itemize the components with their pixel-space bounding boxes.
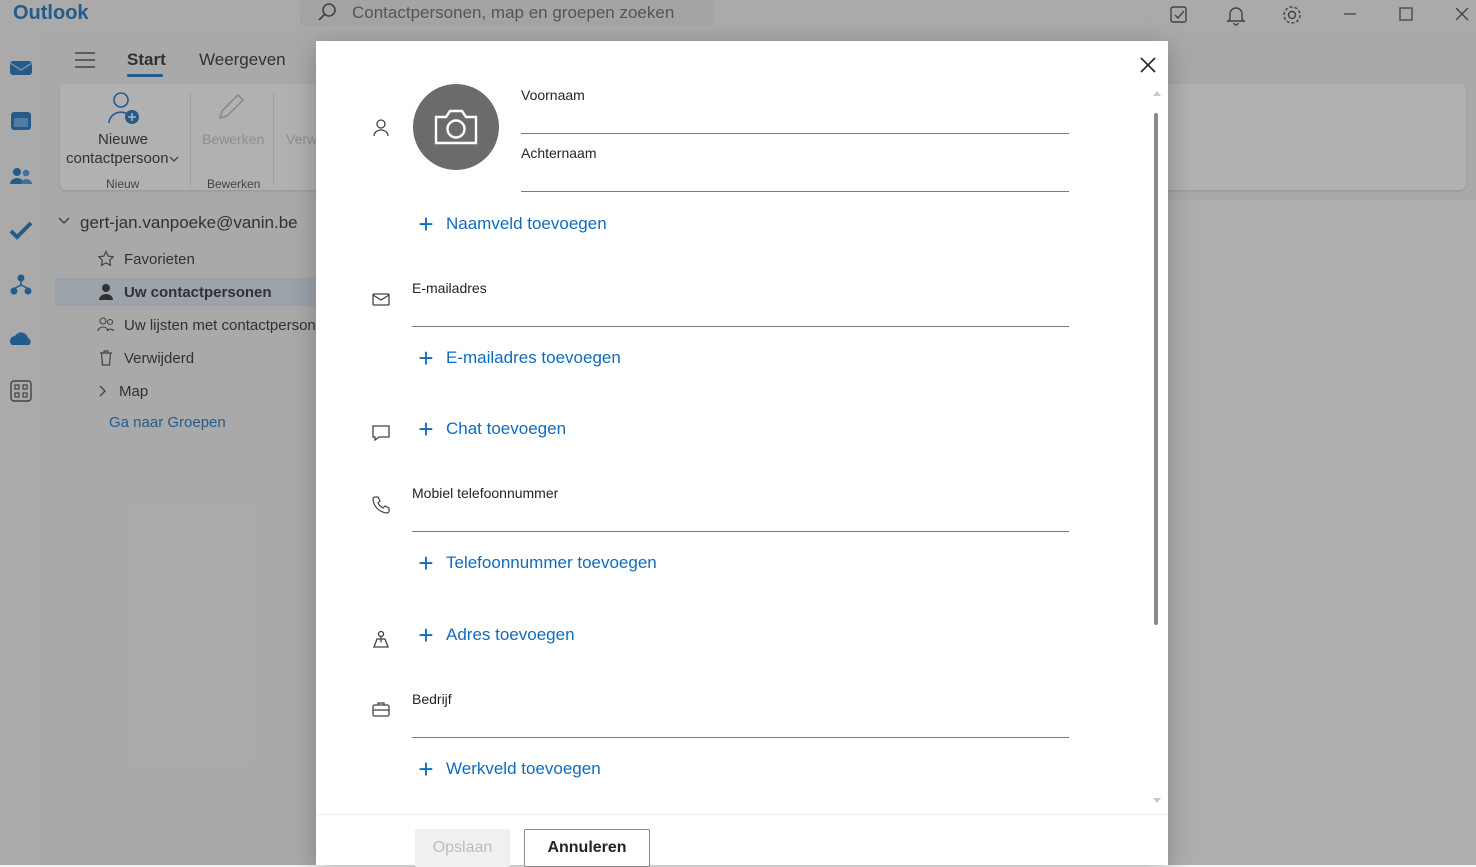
chat-icon — [372, 425, 390, 442]
briefcase-icon — [372, 702, 390, 717]
camera-icon — [434, 109, 478, 145]
email-label: E-mailadres — [412, 280, 487, 296]
first-name-input[interactable] — [521, 107, 1069, 134]
person-icon — [373, 119, 389, 137]
add-work-field-label: Werkveld toevoegen — [446, 759, 601, 778]
add-address-label: Adres toevoegen — [446, 625, 575, 644]
cancel-button[interactable]: Annuleren — [524, 829, 650, 867]
mobile-input[interactable] — [412, 505, 1069, 532]
plus-icon: + — [418, 754, 434, 784]
mail-icon — [372, 293, 390, 306]
scroll-up-arrow-icon[interactable] — [1152, 89, 1162, 97]
last-name-label: Achternaam — [521, 145, 597, 161]
plus-icon: + — [418, 548, 434, 578]
plus-icon: + — [418, 209, 434, 239]
plus-icon: + — [418, 414, 434, 444]
add-chat-button[interactable]: + Chat toevoegen — [416, 414, 567, 444]
plus-icon: + — [418, 343, 434, 373]
scroll-down-arrow-icon[interactable] — [1152, 797, 1162, 805]
add-address-button[interactable]: + Adres toevoegen — [416, 620, 575, 650]
plus-icon: + — [418, 620, 434, 650]
save-button[interactable]: Opslaan — [415, 829, 510, 867]
add-phone-label: Telefoonnummer toevoegen — [446, 553, 657, 572]
add-name-field-button[interactable]: + Naamveld toevoegen — [416, 209, 607, 239]
add-work-field-button[interactable]: + Werkveld toevoegen — [416, 754, 601, 784]
mobile-label: Mobiel telefoonnummer — [412, 485, 559, 501]
email-input[interactable] — [412, 300, 1069, 327]
company-label: Bedrijf — [412, 691, 452, 707]
new-contact-dialog: Voornaam Achternaam + Naamveld toevoegen… — [316, 41, 1168, 867]
company-input[interactable] — [412, 711, 1069, 738]
phone-icon — [372, 496, 390, 514]
add-phone-button[interactable]: + Telefoonnummer toevoegen — [416, 548, 657, 578]
last-name-input[interactable] — [521, 165, 1069, 192]
footer-divider — [316, 814, 1168, 815]
add-photo-button[interactable] — [413, 84, 499, 170]
dialog-close-icon[interactable] — [1134, 51, 1162, 79]
add-name-field-label: Naamveld toevoegen — [446, 214, 607, 233]
add-chat-label: Chat toevoegen — [446, 419, 567, 438]
location-pin-icon — [373, 630, 389, 648]
scrollbar-thumb[interactable] — [1154, 113, 1158, 625]
add-email-label: E-mailadres toevoegen — [446, 348, 621, 367]
add-email-button[interactable]: + E-mailadres toevoegen — [416, 343, 621, 373]
first-name-label: Voornaam — [521, 87, 585, 103]
